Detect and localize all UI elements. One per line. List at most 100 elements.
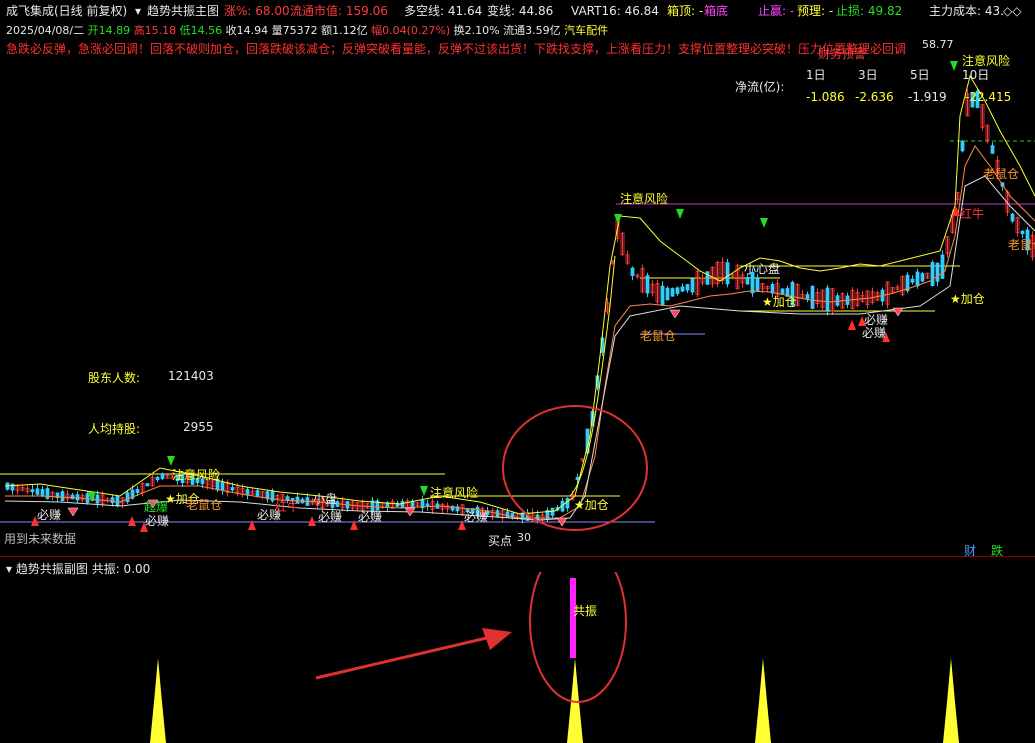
candle-body xyxy=(35,488,40,495)
resonance-spike-1 xyxy=(150,658,166,743)
signal-rat-4: 老鼠仓 xyxy=(1008,238,1035,252)
net-flow-period-1: 1日 xyxy=(806,68,826,82)
info-turnover: 换2.10% xyxy=(453,24,500,37)
info-sector: 汽车配件 xyxy=(564,24,609,37)
candle-body xyxy=(825,287,830,311)
stop-loss: 止损: 49.82 xyxy=(836,4,903,18)
future-data-note: 用到未来数据 xyxy=(4,532,77,546)
candle-body xyxy=(575,477,580,480)
candle-body xyxy=(110,497,115,504)
signal-buy-1: 买点 xyxy=(488,534,513,548)
signal-rat-2: 老鼠仓 xyxy=(640,329,677,343)
main-indicator-name[interactable]: 趋势共振主图 xyxy=(147,4,219,18)
resonance-sub-chart[interactable] xyxy=(0,572,1035,743)
net-flow-value-3: -1.919 xyxy=(908,90,947,104)
candle-body xyxy=(115,495,120,506)
net-flow-value-2: -2.636 xyxy=(855,90,894,104)
candle-body xyxy=(125,492,130,503)
resonance-bars xyxy=(150,578,959,743)
candle-body xyxy=(810,285,815,309)
candle-body xyxy=(10,483,15,491)
signal-earn-4: 必赚 xyxy=(318,510,343,524)
signal-earn-1: 必赚 xyxy=(37,508,62,522)
net-flow-value-1: -1.086 xyxy=(806,90,845,104)
per-capita-label: 人均持股: xyxy=(88,422,141,436)
candle-body xyxy=(95,494,100,504)
float-market-cap: 流通市值: 159.06 xyxy=(290,4,388,18)
candle-body xyxy=(160,473,165,479)
candle-body xyxy=(70,494,75,500)
candle-body xyxy=(690,278,695,293)
signal-add-4: ★加仓 xyxy=(950,292,985,306)
info-amplitude: 幅0.04(0.27%) xyxy=(371,24,451,37)
candle-body xyxy=(910,278,915,283)
candle-body xyxy=(145,483,150,487)
info-open: 开14.89 xyxy=(87,24,131,37)
candle-body xyxy=(30,489,35,493)
candle-body xyxy=(245,489,250,495)
candle-body xyxy=(1010,213,1015,222)
candle-body xyxy=(805,294,810,300)
candle-body xyxy=(835,295,840,306)
signal-small-plate-2: 小心盘 xyxy=(744,262,781,276)
annotation-arrow-shaft xyxy=(315,634,496,680)
box-bottom: 箱底 xyxy=(704,4,729,18)
shareholders-label: 股东人数: xyxy=(88,371,141,385)
box-top: 箱顶: - xyxy=(667,4,704,18)
info-close: 收14.94 xyxy=(225,24,269,37)
candle-body xyxy=(505,511,510,518)
candle-body xyxy=(400,501,405,509)
candle-body xyxy=(930,262,935,286)
signal-earn-2: 必赚 xyxy=(145,514,170,528)
candles-group xyxy=(5,88,1035,525)
candle-body xyxy=(940,254,945,279)
candle-body xyxy=(60,491,65,502)
candle-body xyxy=(665,287,670,301)
candle-body xyxy=(680,286,685,292)
candle-body xyxy=(920,273,925,282)
net-flow-period-2: 3日 xyxy=(858,68,878,82)
annotation-arrow-head xyxy=(482,628,512,650)
candle-body xyxy=(630,267,635,276)
signal-risk-1: 注意风险 xyxy=(172,468,221,482)
signal-earn-5: 必赚 xyxy=(358,510,383,524)
candle-body xyxy=(155,476,160,481)
main-indicator-icon[interactable]: ▾ xyxy=(135,4,141,18)
rally-line xyxy=(569,255,616,497)
top-status-bar: 成飞集成(日线 前复权) ▾ 趋势共振主图 涨%: 68.00 流通市值: 15… xyxy=(0,0,1035,22)
resonance-spike-3 xyxy=(755,658,771,743)
info-volume: 量75372 xyxy=(271,24,318,37)
candle-body xyxy=(675,287,680,294)
candle-body xyxy=(990,145,995,154)
change-line: 变线: 44.86 xyxy=(487,4,554,18)
main-candlestick-chart[interactable] xyxy=(0,56,1035,556)
signal-add-3: ★加仓 xyxy=(762,295,797,309)
candle-body xyxy=(230,487,235,491)
candle-body xyxy=(40,488,45,497)
signal-small-plate-1: 小盘 xyxy=(313,492,338,506)
candle-body xyxy=(220,482,225,491)
candle-body xyxy=(645,275,650,294)
candle-body xyxy=(755,277,760,292)
stock-name[interactable]: 成飞集成(日线 前复权) xyxy=(6,4,127,18)
collapse-icon[interactable]: ◇◇ xyxy=(1003,4,1021,18)
signal-risk-4: 注意风险 xyxy=(962,54,1011,68)
candle-body xyxy=(685,284,690,291)
per-capita-value: 2955 xyxy=(183,420,214,434)
candle-body xyxy=(425,503,430,507)
candle-body xyxy=(410,500,415,508)
candle-body xyxy=(1020,230,1025,235)
signal-bull-2: 红牛 xyxy=(960,207,985,221)
net-flow-label: 净流(亿): xyxy=(735,80,785,94)
pane-divider[interactable] xyxy=(0,556,1035,557)
ma-yellow-line xyxy=(4,74,1035,515)
candle-body xyxy=(255,490,260,498)
vart16: VART16: 46.84 xyxy=(571,4,659,18)
info-low: 低14.56 xyxy=(179,24,223,37)
info-amount: 额1.12亿 xyxy=(321,24,368,37)
net-flow-value-4: -22.415 xyxy=(965,90,1012,104)
candle-body xyxy=(725,262,730,285)
green-arrows xyxy=(88,61,958,502)
info-float: 流通3.59亿 xyxy=(503,24,561,37)
candle-body xyxy=(660,285,665,306)
